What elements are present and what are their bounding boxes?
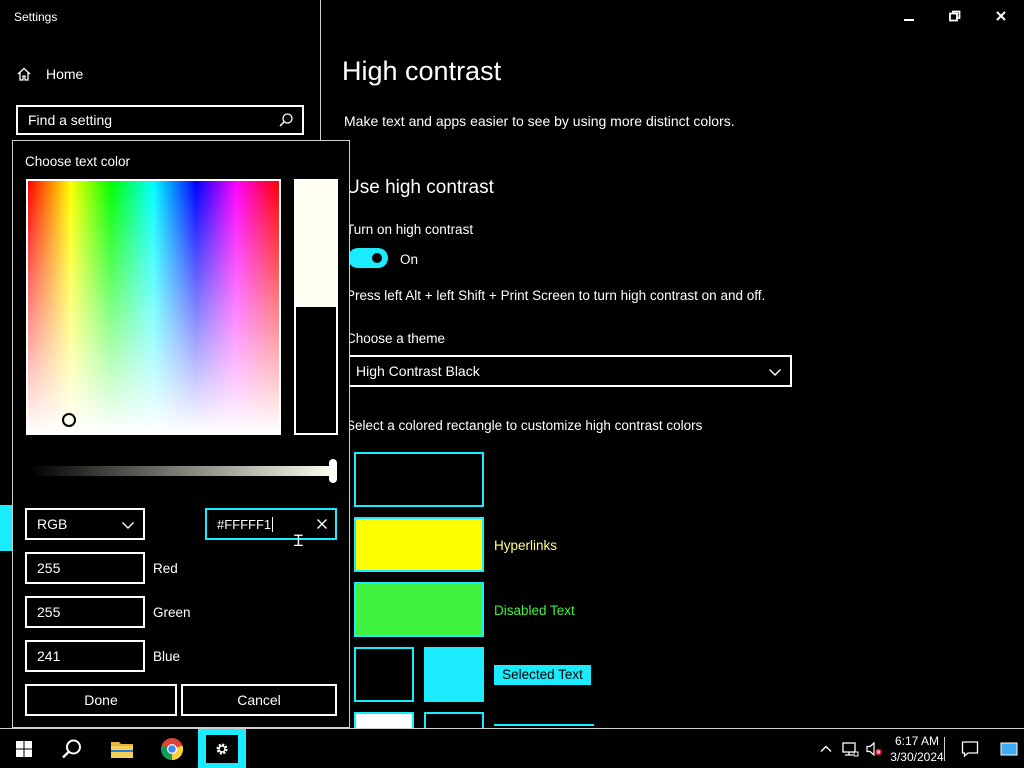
clock[interactable]: 6:17 AM 3/30/2024	[886, 733, 948, 765]
show-desktop-button[interactable]	[994, 729, 1024, 768]
gear-icon	[216, 743, 228, 755]
red-input[interactable]: 255	[25, 552, 145, 584]
volume-muted-icon	[866, 741, 882, 757]
left-accent-bar	[0, 505, 12, 551]
hex-input[interactable]: #FFFFF1	[205, 508, 337, 540]
folder-icon	[111, 742, 133, 758]
brightness-slider[interactable]	[29, 466, 335, 476]
clear-icon[interactable]	[315, 517, 329, 531]
network-tray-button[interactable]	[838, 729, 862, 768]
toggle-state-label: On	[400, 252, 419, 267]
color-spectrum[interactable]	[26, 179, 281, 435]
green-input[interactable]: 255	[25, 596, 145, 628]
chrome-button[interactable]	[148, 729, 196, 768]
windows-logo-icon	[16, 741, 32, 757]
taskbar: 6:17 AM 3/30/2024	[0, 728, 1024, 768]
color-picker-flyout: Choose text color RGB #FFFFF1 Ɪ 255 Red …	[12, 140, 350, 728]
cancel-button[interactable]: Cancel	[181, 684, 337, 716]
close-icon	[996, 11, 1006, 21]
chevron-up-icon	[820, 745, 832, 752]
green-label: Green	[153, 605, 191, 620]
theme-dropdown[interactable]: High Contrast Black	[346, 355, 792, 387]
blue-input[interactable]: 241	[25, 640, 145, 672]
high-contrast-toggle[interactable]	[348, 248, 388, 268]
search-input[interactable]: Find a setting	[16, 105, 304, 135]
volume-tray-button[interactable]	[862, 729, 886, 768]
brightness-slider-thumb[interactable]	[329, 459, 337, 483]
home-icon	[17, 67, 31, 81]
red-label: Red	[153, 561, 178, 576]
clock-time: 6:17 AM	[894, 734, 940, 748]
text-color-swatch[interactable]	[354, 452, 484, 507]
color-preview	[294, 179, 338, 435]
section-heading: Use high contrast	[346, 177, 494, 198]
notification-icon	[961, 741, 979, 758]
page-title: High contrast	[342, 56, 502, 86]
hyperlinks-color-swatch[interactable]	[354, 517, 484, 572]
selected-text-background-swatch[interactable]	[424, 647, 484, 702]
shortcut-description: Press left Alt + left Shift + Print Scre…	[346, 288, 766, 303]
close-button[interactable]	[978, 0, 1024, 32]
toggle-label: Turn on high contrast	[346, 222, 474, 237]
color-instruction: Select a colored rectangle to customize …	[346, 418, 703, 433]
selected-text-label: Selected Text	[494, 665, 591, 685]
chevron-down-icon	[769, 369, 781, 376]
minimize-button[interactable]	[886, 0, 932, 32]
button-text-swatch[interactable]	[354, 712, 414, 728]
action-center-button[interactable]	[946, 729, 994, 768]
desktop-icon	[1000, 742, 1018, 756]
sidebar-item-label: Home	[46, 66, 84, 82]
file-explorer-button[interactable]	[98, 729, 146, 768]
color-mode-dropdown[interactable]: RGB	[25, 508, 145, 540]
show-hidden-icons-button[interactable]	[814, 729, 838, 768]
page-description: Make text and apps easier to see by usin…	[344, 113, 735, 129]
search-icon	[62, 739, 81, 759]
green-value: 255	[37, 604, 61, 620]
new-color-preview	[296, 181, 336, 307]
taskbar-search-button[interactable]	[48, 729, 96, 768]
start-button[interactable]	[0, 729, 48, 768]
color-picker-title: Choose text color	[25, 154, 131, 169]
i-beam-cursor-icon: Ɪ	[294, 533, 303, 550]
text-caret	[272, 516, 274, 532]
hex-value: #FFFFF1	[217, 516, 272, 532]
restore-button[interactable]	[932, 0, 978, 32]
sidebar-divider	[320, 0, 321, 140]
done-button[interactable]: Done	[25, 684, 177, 716]
selected-text-foreground-swatch[interactable]	[354, 647, 414, 702]
red-value: 255	[37, 560, 61, 576]
settings-app-button[interactable]	[198, 729, 246, 768]
hyperlinks-label: Hyperlinks	[494, 538, 558, 553]
theme-label: Choose a theme	[346, 331, 446, 346]
window-title: Settings	[14, 10, 58, 24]
minimize-icon	[904, 19, 914, 21]
search-icon	[279, 113, 293, 127]
blue-value: 241	[37, 648, 61, 664]
spectrum-selector[interactable]	[62, 413, 76, 427]
sidebar-item-home[interactable]: Home	[16, 62, 83, 86]
clock-date: 3/30/2024	[890, 750, 944, 764]
restore-icon	[949, 10, 961, 22]
color-mode-value: RGB	[37, 516, 68, 532]
disabled-text-color-swatch[interactable]	[354, 582, 484, 637]
theme-selected-value: High Contrast Black	[356, 363, 480, 379]
search-placeholder: Find a setting	[28, 112, 113, 128]
blue-label: Blue	[153, 649, 181, 664]
tray-divider	[944, 737, 945, 761]
disabled-text-label: Disabled Text	[494, 603, 575, 618]
chevron-down-icon	[122, 522, 134, 529]
button-background-swatch[interactable]	[424, 712, 484, 728]
chrome-icon	[160, 738, 184, 761]
network-icon	[842, 742, 859, 757]
toggle-knob	[372, 253, 382, 263]
